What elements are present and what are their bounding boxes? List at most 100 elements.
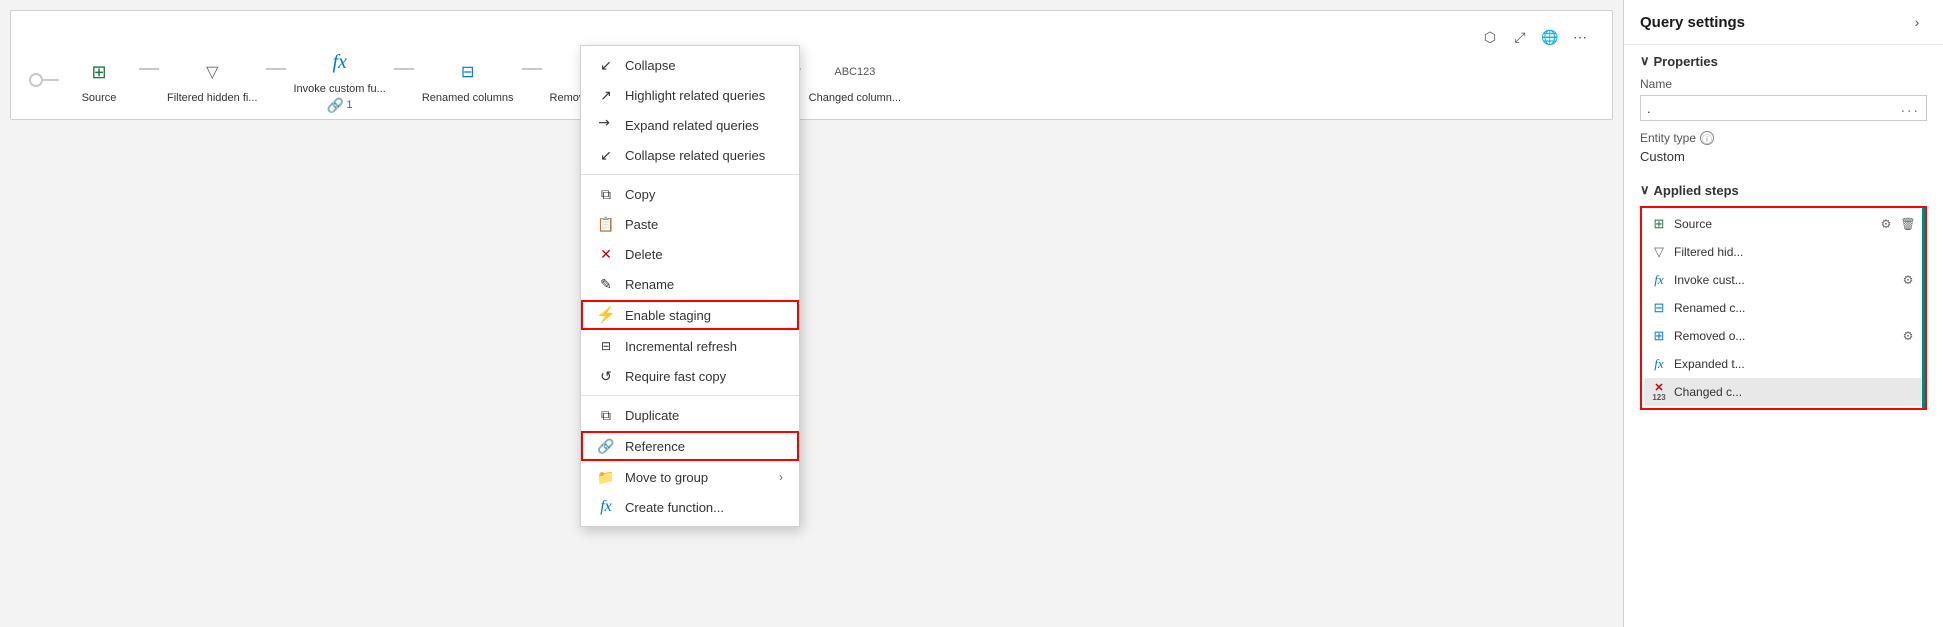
invoke-step-ref: 🔗 1 [327,97,353,114]
connector-3 [394,68,414,70]
create-function-icon: fx [597,498,615,516]
copy-label: Copy [625,187,783,202]
entity-type-info-icon: ⓘ [1700,131,1714,145]
rename-icon: ✎ [597,275,615,293]
applied-step-renamed[interactable]: ⊟ Renamed c... [1644,294,1923,322]
menu-item-enable-staging[interactable]: ⚡ Enable staging [581,300,799,330]
menu-item-move-to-group[interactable]: 📁 Move to group › [581,462,799,492]
applied-step-invoke[interactable]: fx Invoke cust... ⚙ [1644,266,1923,294]
menu-item-highlight-related[interactable]: ↗ Highlight related queries [581,80,799,110]
incremental-refresh-icon: ⊟ [597,337,615,355]
query-settings-panel: Query settings › ∨ Properties Name . ...… [1623,0,1943,627]
step-invoke[interactable]: fx Invoke custom fu... 🔗 1 [286,43,394,118]
query-steps-bar: ⬡ ⤢ 🌐 ⋯ ⊞ Source ▽ Filtered hidden fi... [10,10,1613,120]
removed-step-actions: ⚙ [1899,327,1917,345]
properties-label: Properties [1654,54,1718,69]
menu-item-delete[interactable]: ✕ Delete [581,239,799,269]
applied-steps-chevron: ∨ [1640,182,1650,198]
menu-item-reference[interactable]: 🔗 Reference [581,431,799,461]
menu-item-duplicate[interactable]: ⧉ Duplicate [581,400,799,430]
more-icon[interactable]: ⋯ [1568,25,1592,49]
require-fast-copy-label: Require fast copy [625,369,783,384]
step-renamed[interactable]: ⊟ Renamed columns [414,52,522,108]
enable-staging-icon: ⚡ [597,306,615,324]
source-gear-btn[interactable]: ⚙ [1877,215,1895,233]
expand-icon[interactable]: ⤢ [1508,25,1532,49]
applied-filtered-label: Filtered hid... [1674,245,1911,259]
paste-label: Paste [625,217,783,232]
menu-item-collapse-related[interactable]: ↙ Collapse related queries [581,140,799,170]
source-delete-btn[interactable]: 🗑 [1899,215,1917,233]
expand-related-icon: ↗ [593,112,618,137]
changed-step-icon: ABC 123 [839,56,871,88]
collapse-related-icon: ↙ [597,146,615,164]
collapse-label: Collapse [625,58,783,73]
expand-related-label: Expand related queries [625,118,783,133]
step-filtered[interactable]: ▽ Filtered hidden fi... [159,52,266,108]
menu-item-collapse[interactable]: ↙ Collapse [581,50,799,80]
renamed-step-label: Renamed columns [422,92,514,104]
panel-collapse-btn[interactable]: › [1907,12,1927,32]
properties-section-title[interactable]: ∨ Properties [1640,53,1927,69]
share-icon[interactable]: ⬡ [1478,25,1502,49]
name-field-dots: ... [1901,99,1920,117]
copy-icon: ⧉ [597,185,615,203]
menu-item-incremental-refresh[interactable]: ⊟ Incremental refresh [581,331,799,361]
invoke-step-icon: fx [324,47,356,79]
start-circle [29,73,43,87]
duplicate-label: Duplicate [625,408,783,423]
applied-expanded-label: Expanded t... [1674,357,1911,371]
menu-item-rename[interactable]: ✎ Rename [581,269,799,299]
applied-step-filtered[interactable]: ▽ Filtered hid... [1644,238,1923,266]
step-changed[interactable]: ABC 123 Changed column... [801,52,909,108]
move-to-group-icon: 📁 [597,468,615,486]
applied-changed-icon: ✕ 123 [1650,383,1668,401]
name-field-input[interactable]: . ... [1640,95,1927,121]
separator-1 [581,174,799,175]
applied-step-changed[interactable]: ✕ 123 Changed c... [1644,378,1923,406]
separator-2 [581,395,799,396]
invoke-gear-btn[interactable]: ⚙ [1899,271,1917,289]
applied-removed-icon: ⊞ [1650,327,1668,345]
step-source[interactable]: ⊞ Source [59,52,139,108]
menu-item-create-function[interactable]: fx Create function... [581,492,799,522]
applied-renamed-label: Renamed c... [1674,301,1911,315]
menu-item-paste[interactable]: 📋 Paste [581,209,799,239]
delete-label: Delete [625,247,783,262]
create-function-label: Create function... [625,500,783,515]
applied-steps-list: ⊞ Source ⚙ 🗑 ▽ Filtered hid... fx Invoke… [1640,206,1927,410]
connector-1 [139,68,159,70]
applied-step-source[interactable]: ⊞ Source ⚙ 🗑 [1644,210,1923,238]
menu-item-copy[interactable]: ⧉ Copy [581,179,799,209]
connector-0 [43,79,59,81]
collapse-icon: ↙ [597,56,615,74]
applied-expanded-icon: fx [1650,355,1668,373]
applied-steps-section-title[interactable]: ∨ Applied steps [1640,182,1927,198]
applied-changed-label: Changed c... [1674,385,1911,399]
applied-removed-label: Removed o... [1674,329,1893,343]
removed-gear-btn[interactable]: ⚙ [1899,327,1917,345]
properties-chevron: ∨ [1640,53,1650,69]
entity-type-field-label: Entity type [1640,131,1696,145]
applied-source-label: Source [1674,217,1871,231]
incremental-refresh-label: Incremental refresh [625,339,783,354]
menu-item-expand-related[interactable]: ↗ Expand related queries [581,110,799,140]
panel-title: Query settings [1640,14,1745,31]
renamed-step-icon: ⊟ [452,56,484,88]
name-field-value: . [1647,101,1651,116]
applied-step-removed[interactable]: ⊞ Removed o... ⚙ [1644,322,1923,350]
changed-step-label: Changed column... [809,92,901,104]
browser-icon[interactable]: 🌐 [1538,25,1562,49]
invoke-step-label: Invoke custom fu... [294,83,386,95]
highlight-related-icon: ↗ [597,86,615,104]
applied-steps-section: ∨ Applied steps ⊞ Source ⚙ 🗑 ▽ Filtered … [1624,182,1943,418]
connector-4 [522,68,542,70]
menu-item-require-fast-copy[interactable]: ↺ Require fast copy [581,361,799,391]
applied-invoke-icon: fx [1650,271,1668,289]
panel-header: Query settings › [1624,0,1943,45]
applied-step-expanded[interactable]: fx Expanded t... [1644,350,1923,378]
require-fast-copy-icon: ↺ [597,367,615,385]
collapse-related-label: Collapse related queries [625,148,783,163]
connector-2 [266,68,286,70]
name-field-label: Name [1640,77,1927,91]
